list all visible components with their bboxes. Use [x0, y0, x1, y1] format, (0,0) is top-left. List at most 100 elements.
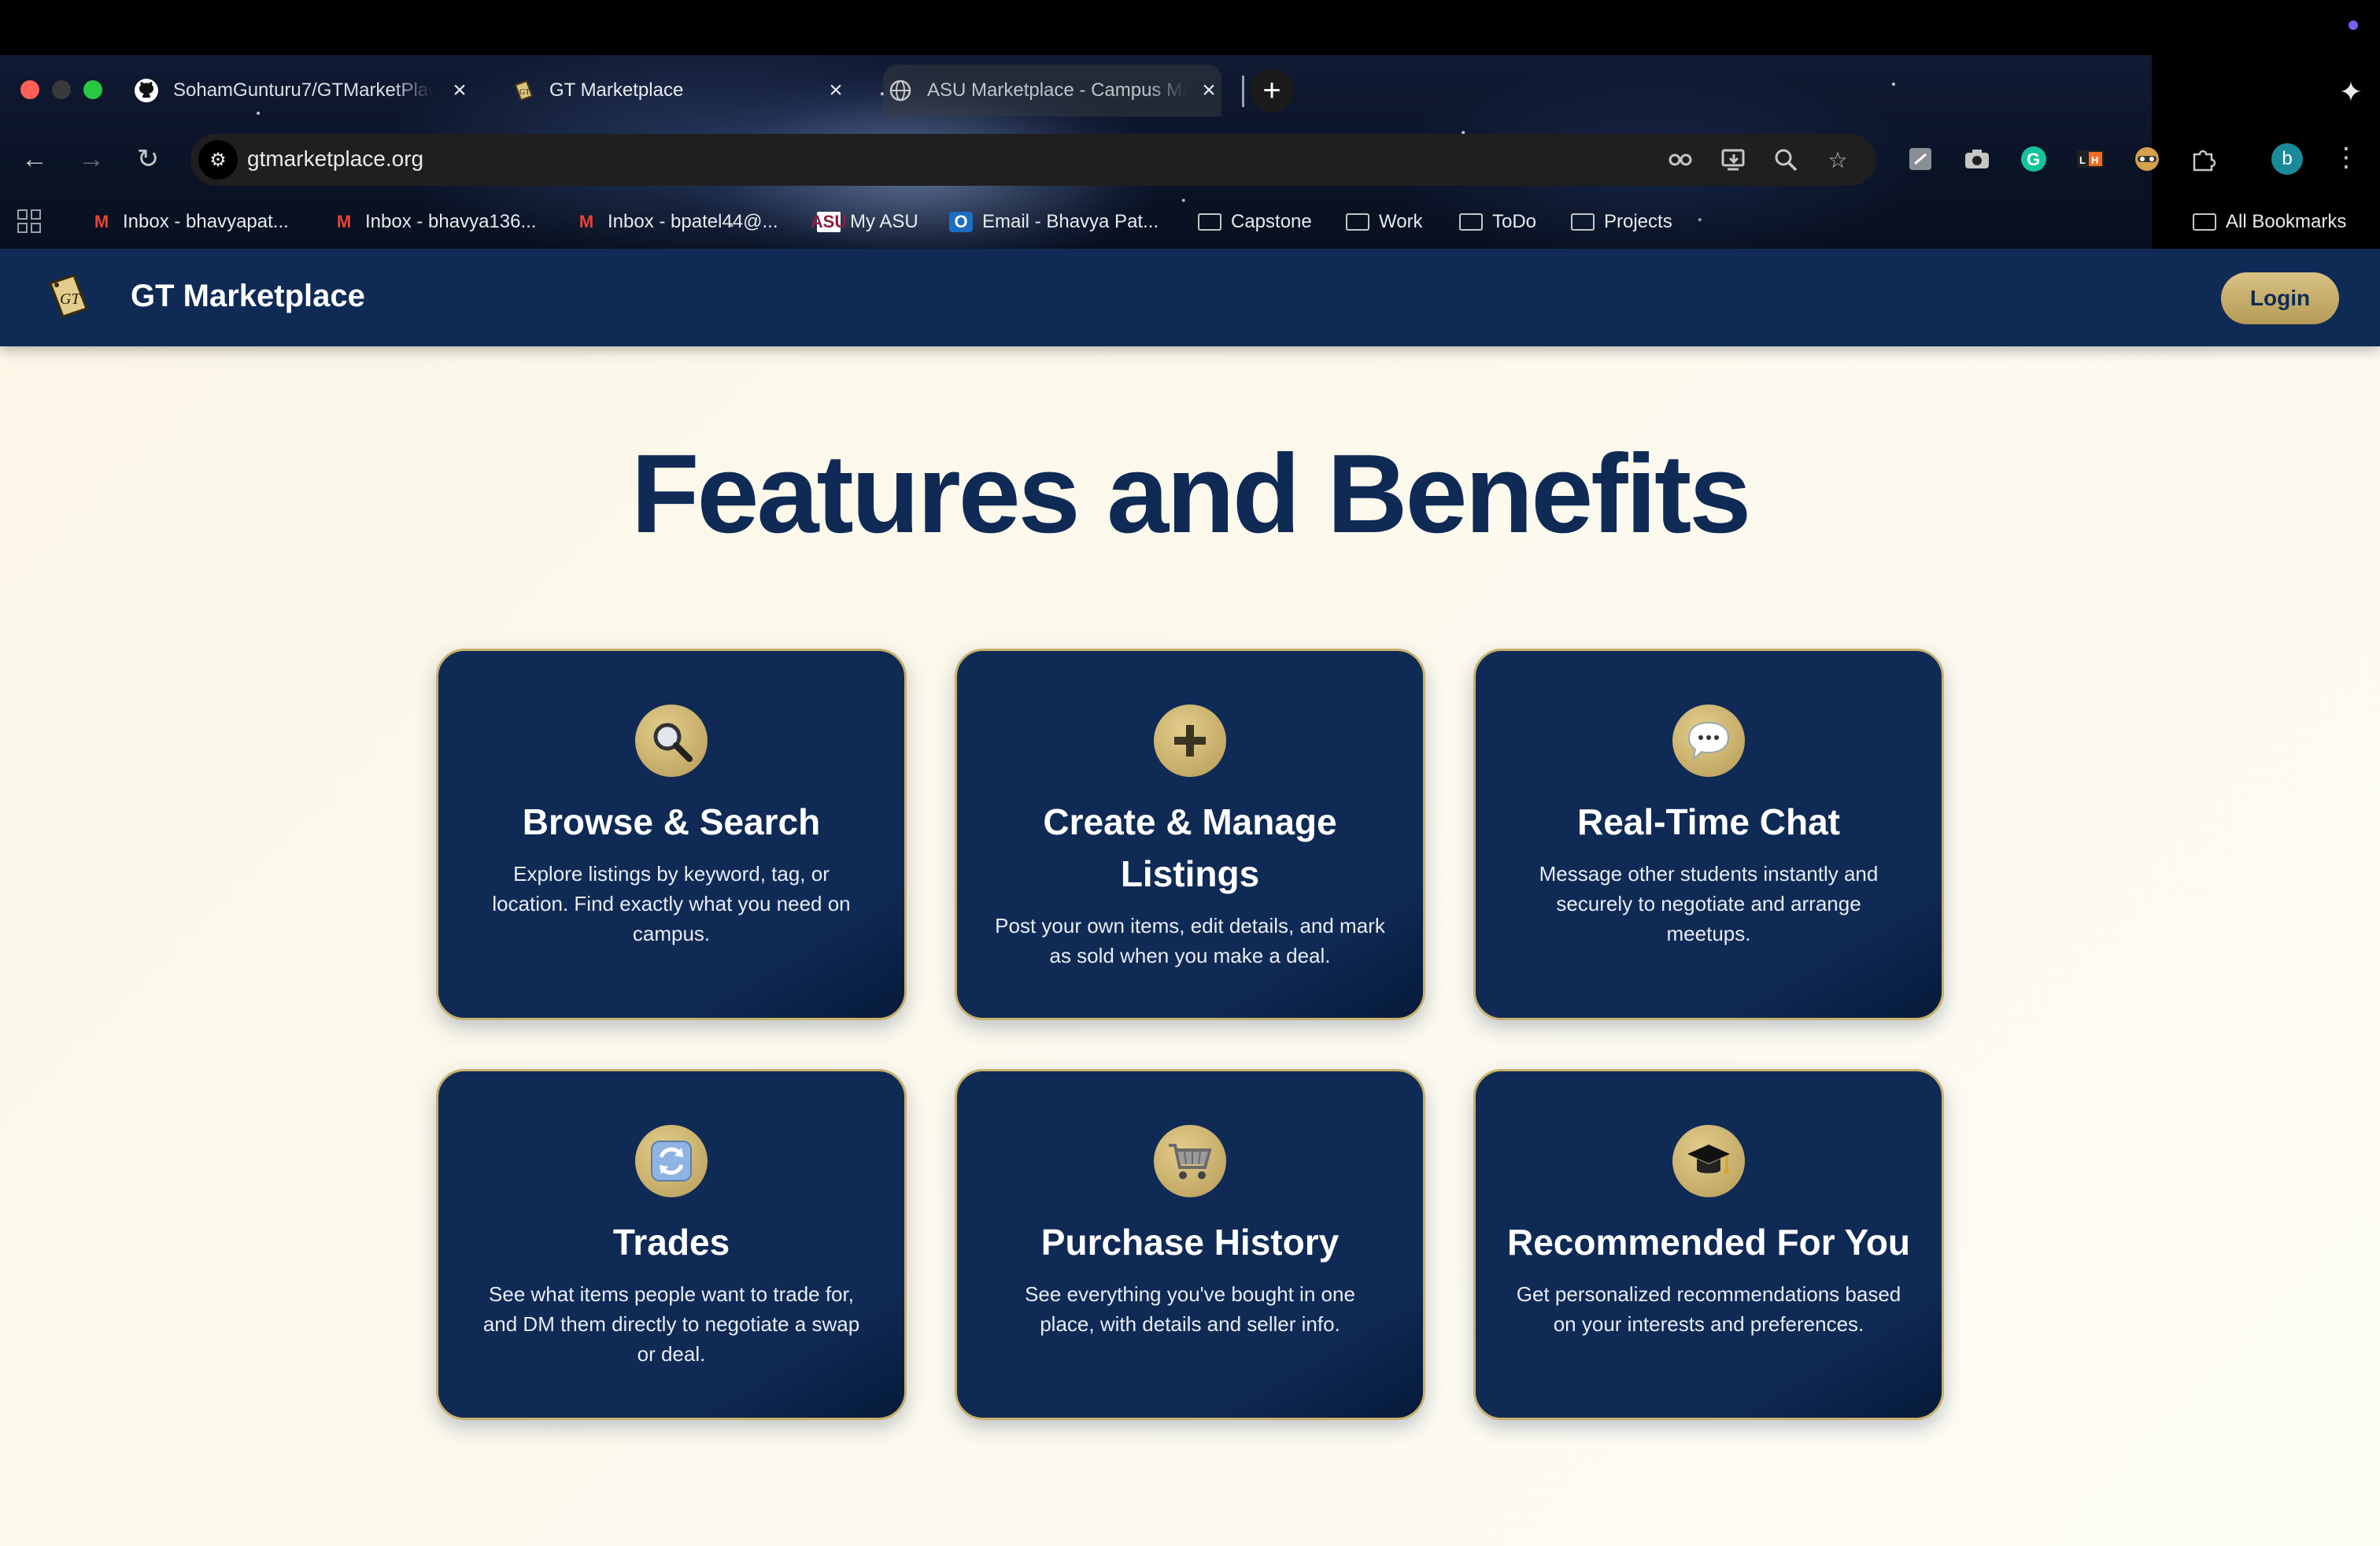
vpn-mask-icon[interactable] [2130, 142, 2164, 176]
bookmark-item[interactable]: Work [1346, 206, 1423, 238]
bookmark-label: Capstone [1231, 211, 1312, 232]
bookmark-item[interactable]: M Inbox - bhavyapat... [90, 206, 289, 238]
feature-description: See what items people want to trade for,… [482, 1282, 860, 1366]
feature-title: Real-Time Chat [1576, 801, 1841, 842]
minimize-window-button[interactable] [52, 80, 71, 99]
bookmark-label: Inbox - bhavyapat... [123, 211, 289, 232]
github-icon [134, 78, 159, 103]
magnifier-icon [635, 705, 708, 777]
feature-description: Message other students instantly and sec… [1539, 862, 1879, 945]
tab-title: GT Marketplace [549, 80, 684, 101]
bookmark-item[interactable]: O Email - Bhavya Pat... [949, 206, 1159, 238]
folder-icon [2193, 211, 2216, 233]
password-key-icon[interactable] [1667, 145, 1697, 175]
svg-text:L: L [2079, 154, 2086, 166]
gemini-sparkle-icon[interactable]: ✦ [2339, 76, 2363, 109]
bookmark-label: Work [1379, 211, 1423, 232]
close-tab-icon[interactable]: × [1196, 77, 1221, 103]
grammarly-icon[interactable]: G [2016, 142, 2051, 176]
feature-card: Purchase History See everything you've b… [955, 1069, 1425, 1420]
folder-icon [1346, 211, 1369, 233]
folder-icon [1198, 211, 1221, 233]
status-dot [2349, 20, 2358, 30]
url-text[interactable]: gtmarketplace.org [247, 146, 423, 172]
gmail-icon: M [336, 212, 352, 231]
gmail-icon: M [94, 212, 109, 231]
feature-title: Browse & Search [522, 801, 821, 842]
tab-separator [1242, 76, 1244, 107]
bookmark-item[interactable]: M Inbox - bhavya136... [332, 206, 537, 238]
feature-description: Post your own items, edit details, and m… [995, 914, 1385, 967]
close-window-button[interactable] [20, 80, 39, 99]
gmail-icon: M [578, 212, 594, 231]
tab-gt-marketplace[interactable]: GT GT Marketplace × [510, 65, 848, 117]
bookmark-label: Email - Bhavya Pat... [982, 211, 1159, 232]
bookmark-item[interactable]: M Inbox - bpatel44@... [575, 206, 778, 238]
site-brand[interactable]: GT Marketplace [131, 279, 365, 314]
all-bookmarks-label: All Bookmarks [2226, 211, 2347, 232]
login-button[interactable]: Login [2221, 272, 2339, 324]
bookmark-label: Projects [1604, 211, 1672, 232]
graduation-cap-icon [1672, 1125, 1745, 1197]
svg-text:GT: GT [519, 88, 530, 97]
feature-card: Recommended For You Get personalized rec… [1473, 1069, 1944, 1420]
extensions-puzzle-icon[interactable] [2186, 142, 2221, 176]
tab-asu-marketplace[interactable]: ASU Marketplace - Campus Marketplace × [883, 65, 1221, 117]
feature-card: Browse & Search Explore listings by keyw… [436, 649, 907, 1020]
new-tab-button[interactable]: + [1250, 68, 1294, 113]
reload-icon[interactable]: ↻ [131, 142, 165, 176]
bookmark-item[interactable]: Capstone [1198, 206, 1312, 238]
feature-card: Create & Manage Listings Post your own i… [955, 649, 1425, 1020]
close-tab-icon[interactable]: × [447, 77, 472, 103]
folder-icon [1459, 211, 1483, 233]
gt-logo-icon: GT [510, 78, 535, 103]
browser-chrome: SohamGunturu7/GTMarketPlace × GT GT Mark… [0, 0, 2380, 249]
page-content: GT GT Marketplace Login Features and Ben… [0, 249, 2380, 1546]
page-title: Features and Benefits [630, 431, 1752, 557]
all-bookmarks[interactable]: All Bookmarks [2193, 206, 2346, 238]
address-bar[interactable]: ⚙ gtmarketplace.org ☆ [190, 134, 1876, 186]
bookmark-item[interactable]: ToDo [1459, 206, 1536, 238]
site-header: GT GT Marketplace Login [0, 249, 2380, 346]
back-arrow-icon[interactable]: ← [17, 142, 52, 176]
bookmark-label: My ASU [850, 211, 918, 232]
more-options-icon[interactable]: ⋮ [2333, 142, 2360, 173]
bookmark-star-icon[interactable]: ☆ [1823, 145, 1853, 175]
asu-icon: ASU [810, 212, 848, 232]
chat-bubble-icon [1672, 705, 1745, 777]
bookmark-label: ToDo [1492, 211, 1537, 232]
apps-grid-icon[interactable] [17, 209, 41, 233]
folder-icon [1571, 211, 1595, 233]
swap-arrows-icon [635, 1125, 708, 1197]
feature-description: Get personalized recommendations based o… [1516, 1282, 1901, 1336]
svg-text:GT: GT [60, 290, 81, 308]
bookmark-item[interactable]: Projects [1571, 206, 1672, 238]
extension-notes-icon[interactable] [1903, 142, 1938, 176]
svg-text:G: G [2027, 150, 2040, 169]
tab-github[interactable]: SohamGunturu7/GTMarketPlace × [134, 65, 472, 117]
feature-title: Create & Manage Listings [1043, 801, 1337, 894]
bookmark-label: Inbox - bpatel44@... [608, 211, 778, 232]
bookmark-label: Inbox - bhavya136... [365, 211, 537, 232]
zoom-icon[interactable] [1771, 145, 1801, 175]
feature-title: Purchase History [1040, 1222, 1340, 1263]
profile-avatar[interactable]: b [2271, 143, 2303, 175]
zoom-window-button[interactable] [83, 80, 102, 99]
feature-card: Real-Time Chat Message other students in… [1473, 649, 1944, 1020]
gt-logo-icon[interactable]: GT [42, 271, 93, 321]
globe-icon [888, 78, 913, 103]
feature-description: Explore listings by keyword, tag, or loc… [492, 862, 851, 945]
bookmark-item[interactable]: ASU My ASU [810, 206, 918, 238]
outlook-icon: O [949, 212, 973, 232]
tab-title: ASU Marketplace - Campus Marketplace [927, 80, 1187, 101]
shopping-cart-icon [1154, 1125, 1226, 1197]
feature-title: Trades [612, 1222, 730, 1263]
install-app-icon[interactable] [1719, 145, 1749, 175]
feature-title: Recommended For You [1506, 1222, 1911, 1263]
screenshot-camera-icon[interactable] [1960, 142, 1994, 176]
close-tab-icon[interactable]: × [823, 77, 848, 103]
forward-arrow-icon[interactable]: → [74, 142, 109, 176]
lighthouse-icon[interactable]: LH [2073, 142, 2108, 176]
site-settings-icon[interactable]: ⚙ [198, 140, 238, 179]
feature-card: Trades See what items people want to tra… [436, 1069, 907, 1420]
